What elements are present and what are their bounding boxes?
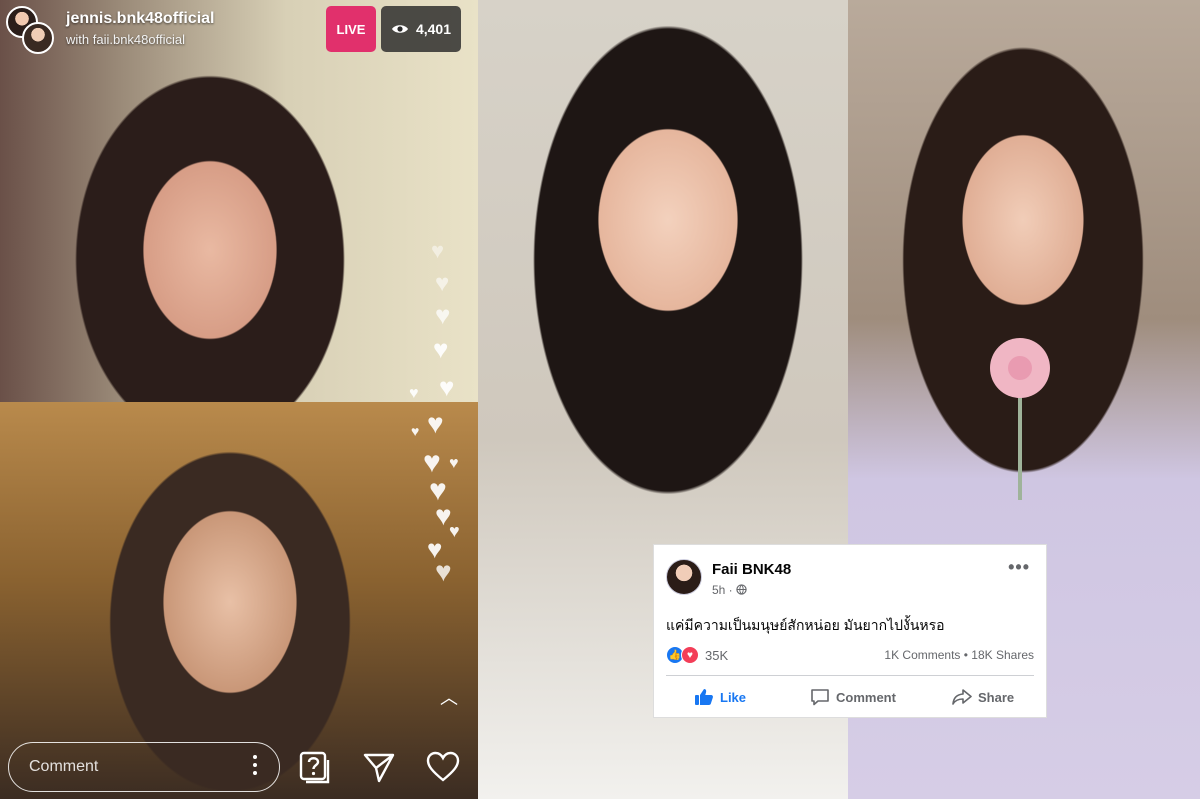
more-options-icon[interactable]: ••• xyxy=(1008,557,1030,578)
heart-icon: ♥ xyxy=(411,423,420,439)
floating-hearts: ♥ ♥ ♥ ♥ ♥ ♥ ♥ ♥ ♥ ♥ ♥ ♥ ♥ ♥ ♥ xyxy=(405,240,475,600)
chevron-up-icon[interactable]: ︿ xyxy=(440,684,458,710)
heart-icon: ♥ xyxy=(409,385,419,402)
question-box-icon[interactable] xyxy=(298,750,332,784)
thumbs-up-icon xyxy=(695,689,713,705)
post-time[interactable]: 5h · xyxy=(712,583,736,597)
host-username[interactable]: jennis.bnk48official xyxy=(66,10,214,28)
heart-icon: ♥ xyxy=(431,238,445,263)
live-header: jennis.bnk48official with faii.bnk48offi… xyxy=(0,0,478,60)
reactions-count: 35K xyxy=(705,647,729,663)
post-text: แค่มีความเป็นมนุษย์สักหน่อย มันยากไปงั้น… xyxy=(666,617,945,633)
post-meta: 5h · xyxy=(712,583,747,597)
heart-icon: ♥ xyxy=(439,372,455,402)
heart-icon: ♥ xyxy=(449,521,460,541)
globe-icon xyxy=(736,584,747,595)
facebook-post-card: Faii BNK48 5h · ••• แค่มีความเป็นมนุษย์ส… xyxy=(654,545,1046,717)
viewer-count: 4,401 xyxy=(415,21,452,37)
love-reaction-icon: ♥ xyxy=(681,646,699,664)
guest-line[interactable]: with faii.bnk48official xyxy=(66,32,185,47)
like-button[interactable]: Like xyxy=(694,685,746,709)
eye-icon xyxy=(391,25,408,33)
heart-icon: ♥ xyxy=(435,300,451,330)
comment-input[interactable]: Comment xyxy=(8,742,280,792)
heart-icon: ♥ xyxy=(435,270,450,297)
live-badge: LIVE xyxy=(326,6,376,52)
guest-avatar xyxy=(22,22,54,54)
more-vertical-icon[interactable] xyxy=(253,755,259,779)
comment-label: Comment xyxy=(836,689,896,705)
share-icon xyxy=(952,689,972,705)
heart-icon: ♥ xyxy=(433,334,449,364)
heart-icon: ♥ xyxy=(427,408,444,439)
like-label: Like xyxy=(720,689,747,705)
heart-icon[interactable] xyxy=(426,750,460,784)
viewer-count-badge[interactable]: 4,401 xyxy=(381,6,461,52)
live-avatars[interactable] xyxy=(6,6,54,54)
heart-icon: ♥ xyxy=(449,455,459,472)
post-author[interactable]: Faii BNK48 xyxy=(712,561,791,578)
divider xyxy=(666,675,1034,676)
avatar[interactable] xyxy=(666,559,702,595)
live-footer: Comment xyxy=(0,736,478,799)
send-icon[interactable] xyxy=(362,750,396,784)
comment-button[interactable]: Comment xyxy=(810,685,896,709)
comments-shares-count[interactable]: 1K Comments • 18K Shares xyxy=(884,648,1034,662)
share-button[interactable]: Share xyxy=(952,685,1014,709)
share-label: Share xyxy=(978,689,1015,705)
reactions-summary[interactable]: 👍 ♥ 35K xyxy=(666,646,728,664)
heart-icon: ♥ xyxy=(435,556,452,587)
comment-icon xyxy=(811,689,829,706)
comment-placeholder: Comment xyxy=(29,758,99,775)
